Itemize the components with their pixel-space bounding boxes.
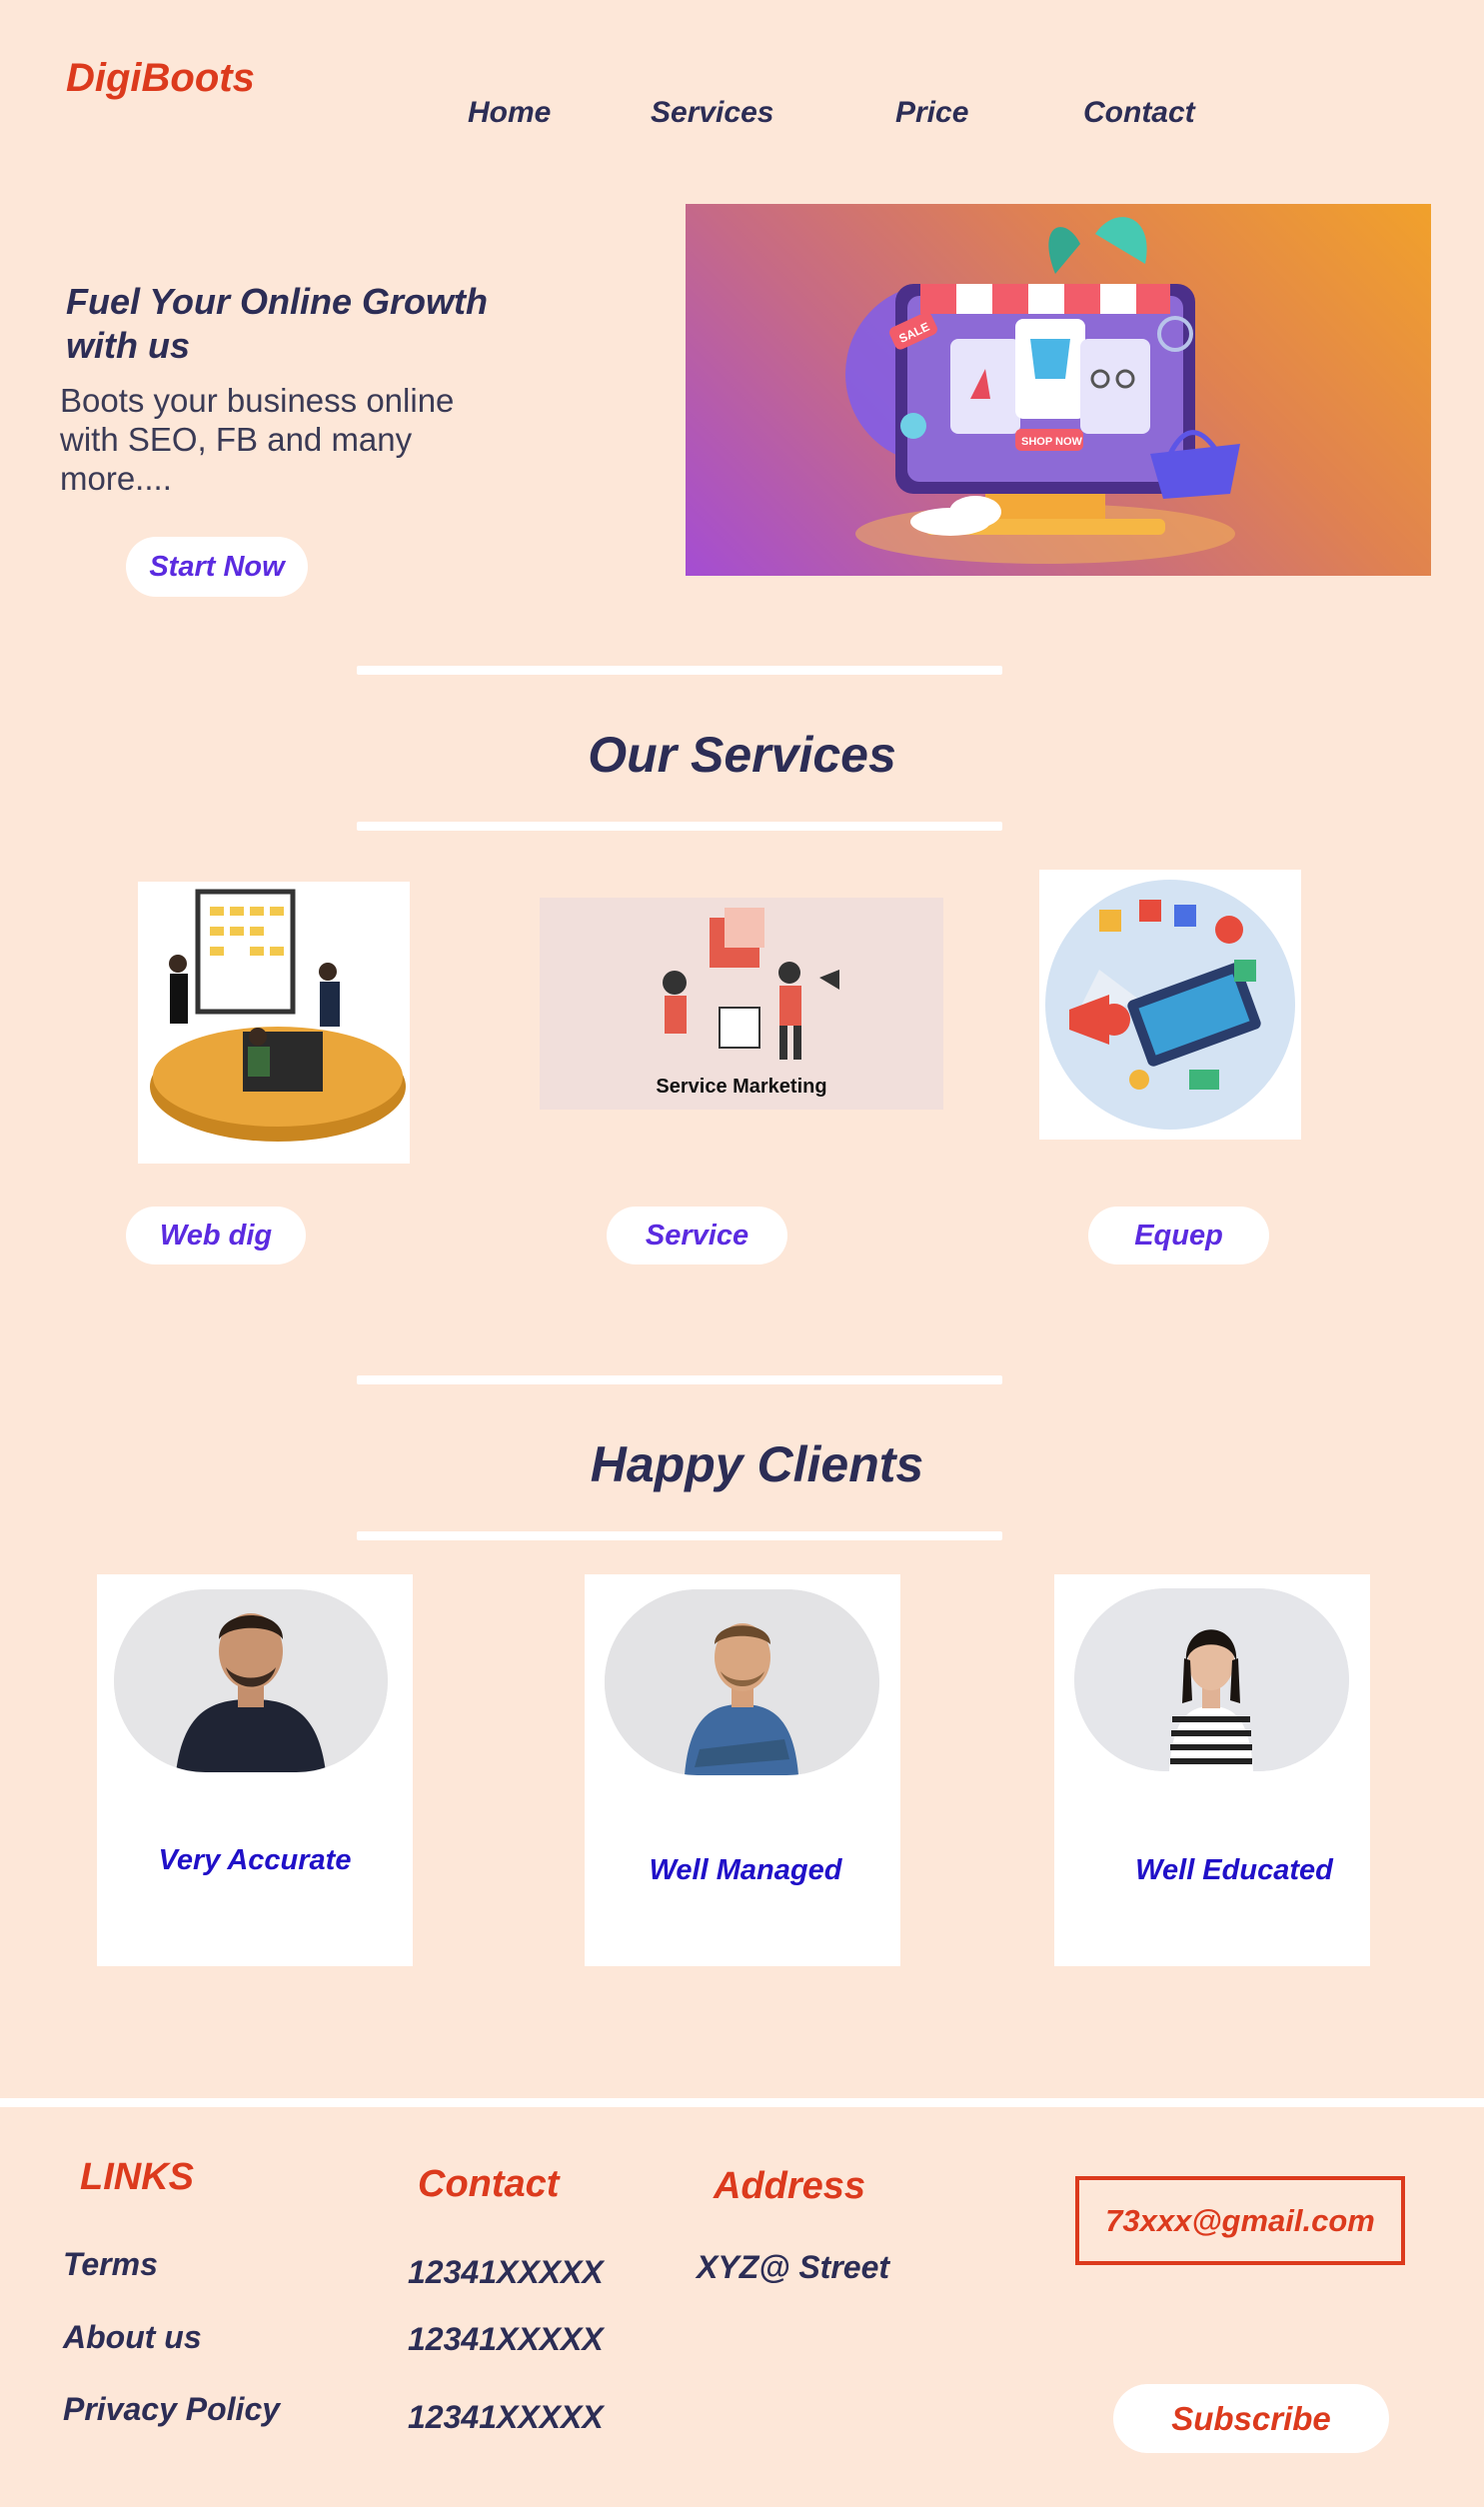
subscribe-button[interactable]: Subscribe (1113, 2384, 1389, 2453)
footer-phone: 12341XXXXX (408, 2321, 604, 2357)
footer-link-terms[interactable]: Terms (63, 2246, 158, 2283)
client-avatar (605, 1589, 879, 1775)
services-title: Our Services (588, 727, 896, 783)
client-avatar (1074, 1588, 1349, 1771)
footer-address: XYZ@ Street (697, 2249, 890, 2285)
client-card: Well Managed (585, 1574, 900, 1966)
service-image-equipment (1039, 870, 1301, 1140)
divider (357, 822, 1002, 831)
client-label: Very Accurate (158, 1844, 352, 1876)
nav-contact[interactable]: Contact (1083, 96, 1195, 130)
client-avatar (114, 1589, 388, 1772)
shop-now-label: SHOP NOW (1021, 436, 1083, 448)
hero-subtitle: Boots your business online with SEO, FB … (60, 382, 455, 497)
footer-phone: 12341XXXXX (408, 2254, 604, 2290)
service-button-equep[interactable]: Equep (1088, 1207, 1269, 1264)
divider (357, 666, 1002, 675)
client-card: Very Accurate (97, 1574, 413, 1966)
footer-divider (0, 2098, 1484, 2107)
footer-link-privacy-policy[interactable]: Privacy Policy (63, 2391, 280, 2428)
service-image-marketing: Service Marketing (540, 898, 943, 1110)
start-now-button[interactable]: Start Now (126, 537, 308, 597)
footer-link-about-us[interactable]: About us (63, 2319, 202, 2356)
divider (357, 1375, 1002, 1384)
nav-home[interactable]: Home (468, 96, 551, 130)
service-image-web (138, 882, 410, 1164)
nav-services[interactable]: Services (651, 96, 773, 130)
footer-email[interactable]: 73xxx@gmail.com (1075, 2176, 1405, 2265)
hero-title: Fuel Your Online Growth with us (66, 281, 489, 366)
footer-links-heading: LINKS (80, 2156, 194, 2198)
client-card: Well Educated (1054, 1574, 1370, 1966)
clients-title: Happy Clients (590, 1436, 924, 1492)
service-image-caption: Service Marketing (656, 1076, 827, 1098)
nav-price[interactable]: Price (895, 96, 968, 130)
brand-logo[interactable]: DigiBoots (66, 56, 255, 101)
divider (357, 1531, 1002, 1540)
client-label: Well Managed (649, 1854, 842, 1886)
footer-contact-heading: Contact (418, 2163, 560, 2205)
hero-shop-illustration: SALE SHOP NOW (686, 204, 1431, 576)
client-label: Well Educated (1135, 1854, 1333, 1886)
shop-awning-icon (920, 284, 1170, 314)
footer-phone: 12341XXXXX (408, 2399, 604, 2435)
service-button-service[interactable]: Service (607, 1207, 787, 1264)
service-button-web-dig[interactable]: Web dig (126, 1207, 306, 1264)
footer-address-heading: Address (714, 2165, 866, 2207)
